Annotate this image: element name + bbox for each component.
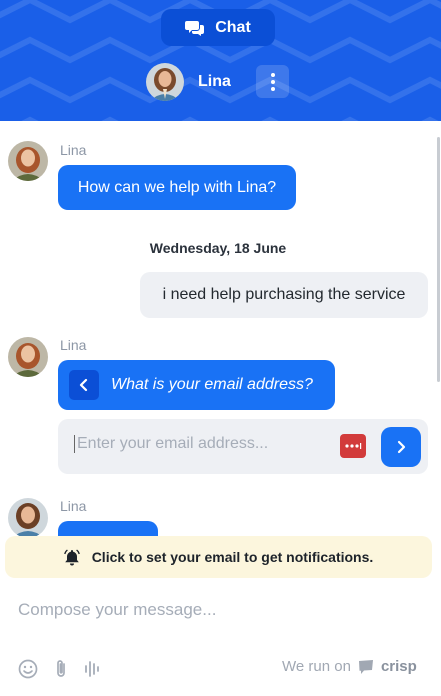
message-sender: Lina [60,337,87,353]
emoji-icon [18,659,38,679]
back-button[interactable] [69,370,99,400]
powered-by-link[interactable]: We run on crisp [282,658,417,675]
operator-avatar [8,337,48,377]
message-text: i need help purchasing the service [162,286,406,303]
emoji-button[interactable] [18,659,38,684]
email-input[interactable] [74,435,332,453]
question-text: What is your email address? [111,376,313,393]
voice-message-button[interactable] [84,659,102,684]
operator-message: How can we help with Lina? [58,165,296,210]
email-notification-banner[interactable]: Click to set your email to get notificat… [5,536,432,578]
compose-input[interactable]: Compose your message... [18,600,318,620]
powered-by-label: We run on [282,658,351,675]
message-sender: Lina [60,142,87,158]
brand-name: crisp [380,658,417,675]
user-message: i need help purchasing the service [140,272,428,318]
audio-icon [85,661,99,677]
chat-tab-label: Chat [215,18,251,36]
operator-name: Lina [198,73,231,90]
chevron-left-icon [79,378,88,392]
menu-dot-icon [270,72,275,77]
crisp-logo-icon [358,659,373,674]
menu-dot-icon [270,79,275,84]
chat-tab-button[interactable]: Chat [161,9,275,46]
bell-icon [63,548,80,565]
chevron-right-icon [397,440,406,454]
submit-email-button[interactable] [381,427,421,467]
chat-header: Chat Lina [0,0,441,121]
operator-avatar [8,141,48,181]
date-separator: Wednesday, 18 June [149,240,287,256]
email-prompt-field [58,419,428,474]
operator-avatar [8,498,48,538]
notification-text: Click to set your email to get notificat… [91,549,374,565]
message-sender: Lina [60,498,87,514]
more-options-button[interactable] [256,65,289,98]
message-text: How can we help with Lina? [77,178,277,196]
messages-scrollbar[interactable] [437,137,440,382]
password-manager-icon[interactable] [340,434,366,458]
attachment-button[interactable] [54,659,68,684]
operator-avatar [146,63,184,101]
attachment-icon [57,660,65,677]
chat-bubbles-icon [185,20,205,36]
menu-dot-icon [270,86,275,91]
operator-question-message: What is your email address? [58,360,335,410]
